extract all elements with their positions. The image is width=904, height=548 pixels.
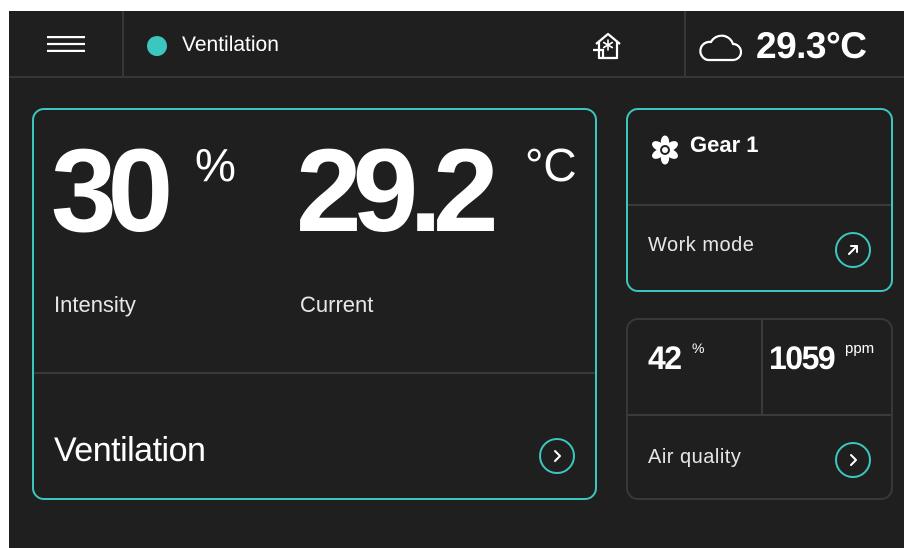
gear-label: Gear 1 [690, 132, 759, 157]
topbar-divider [684, 11, 686, 78]
ventilation-card[interactable]: 30 % 29.2 °C Intensity Current Ventilati… [32, 108, 597, 500]
top-bar: Ventilation 29.3°C [9, 11, 904, 78]
card-divider [628, 204, 891, 206]
air-quality-label: Air quality [648, 446, 742, 468]
menu-button[interactable] [9, 11, 122, 76]
co2-value: 1059 [769, 340, 836, 376]
current-temperature-unit: °C [525, 139, 577, 191]
work-mode-open-button[interactable] [835, 232, 871, 268]
intensity-value: 30 [51, 125, 173, 257]
ventilation-open-button[interactable] [539, 438, 575, 474]
home-button[interactable] [591, 29, 625, 63]
thermostat-screen: Ventilation 29.3°C 30 % 29.2 °C Intensit… [9, 11, 904, 548]
arrow-up-right-icon [848, 245, 858, 255]
card-divider [628, 414, 891, 416]
air-quality-card[interactable]: 42 % 1059 ppm Air quality [626, 318, 893, 500]
mode-status-dot [147, 36, 167, 56]
work-mode-label: Work mode [648, 234, 755, 256]
current-temperature-value: 29.2 [296, 125, 499, 257]
co2-unit: ppm [845, 340, 875, 357]
card-divider [761, 320, 763, 414]
topbar-divider [122, 11, 124, 78]
fan-icon [652, 135, 678, 165]
humidity-value: 42 [648, 340, 682, 376]
cloud-icon [699, 34, 743, 62]
chevron-right-icon [554, 450, 561, 462]
intensity-label: Intensity [54, 292, 136, 317]
air-quality-open-button[interactable] [835, 442, 871, 478]
intensity-unit: % [195, 139, 236, 191]
work-mode-card[interactable]: Gear 1 Work mode [626, 108, 893, 292]
current-label: Current [300, 292, 374, 317]
ventilation-title: Ventilation [54, 431, 206, 469]
humidity-unit: % [692, 340, 705, 356]
card-divider [34, 372, 595, 374]
outdoor-temperature: 29.3°C [756, 25, 867, 66]
hamburger-menu-icon [46, 35, 85, 52]
chevron-right-icon [850, 454, 857, 466]
home-snowflake-icon [593, 32, 621, 60]
mode-label: Ventilation [182, 33, 279, 56]
